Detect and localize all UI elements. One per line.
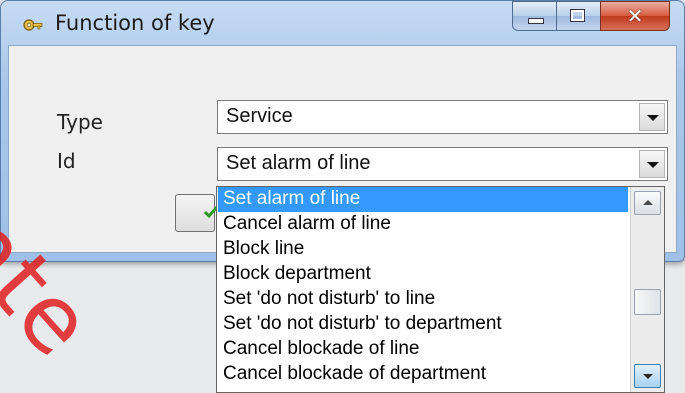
caption-buttons: ✕ (512, 1, 670, 31)
id-label: Id (57, 149, 76, 173)
scroll-up-button[interactable] (634, 191, 661, 215)
type-label: Type (57, 110, 103, 134)
maximize-button[interactable] (556, 1, 600, 31)
close-icon: ✕ (626, 4, 644, 28)
list-item[interactable]: Cancel blockade of line (218, 337, 628, 362)
id-value: Set alarm of line (226, 152, 371, 174)
list-item[interactable]: Set alarm of line (218, 187, 628, 212)
scroll-down-button[interactable] (634, 364, 661, 388)
minimize-icon (528, 18, 544, 24)
list-item[interactable]: Set 'do not disturb' to line (218, 287, 628, 312)
chevron-down-icon[interactable] (639, 150, 665, 178)
minimize-button[interactable] (512, 1, 556, 31)
id-dropdown-list[interactable]: Set alarm of line Cancel alarm of line B… (216, 186, 665, 393)
vertical-scrollbar[interactable] (630, 187, 664, 392)
chevron-down-icon[interactable] (639, 103, 665, 131)
window-title: Function of key (55, 11, 215, 35)
type-combobox[interactable]: Service (217, 100, 668, 134)
ok-button[interactable] (175, 194, 218, 232)
close-button[interactable]: ✕ (600, 1, 670, 31)
type-value: Service (226, 105, 293, 127)
key-icon (23, 19, 43, 31)
list-item[interactable]: Set 'do not disturb' to department (218, 312, 628, 337)
list-item[interactable]: Block line (218, 237, 628, 262)
maximize-icon (570, 9, 585, 22)
list-item[interactable]: Block department (218, 262, 628, 287)
id-combobox[interactable]: Set alarm of line (217, 147, 668, 181)
title-bar[interactable]: Function of key ✕ (1, 1, 684, 45)
scroll-thumb[interactable] (634, 289, 661, 315)
list-item[interactable]: Cancel alarm of line (218, 212, 628, 237)
list-item[interactable]: Cancel blockade of department (218, 362, 628, 387)
